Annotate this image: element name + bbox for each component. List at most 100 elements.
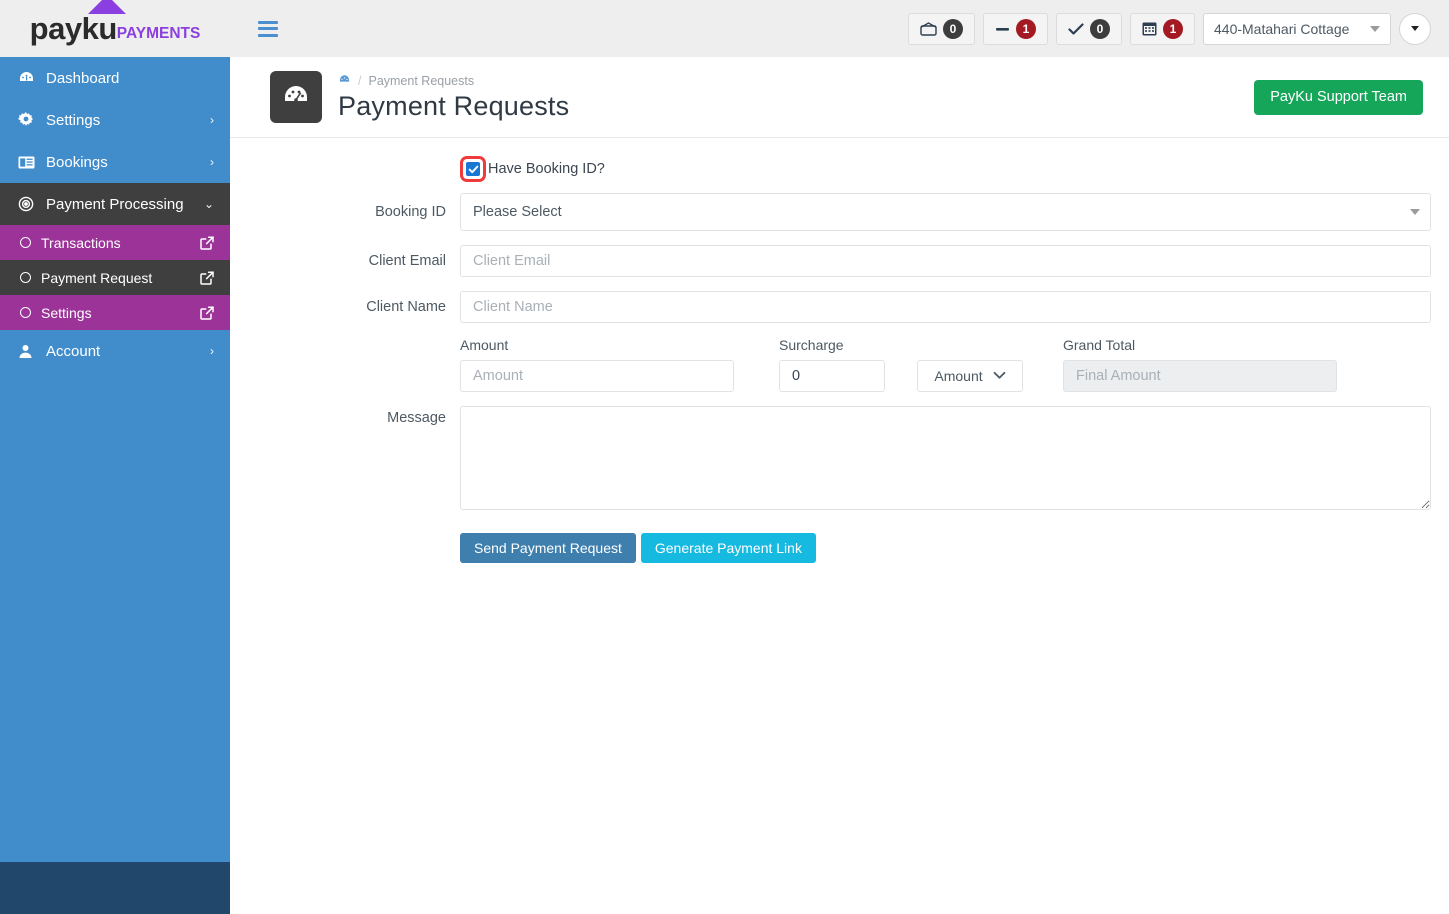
calendar-count: 1 — [1163, 18, 1183, 39]
booking-id-label: Booking ID — [375, 204, 446, 220]
surcharge-type-select[interactable]: Amount — [917, 360, 1023, 392]
circle-icon — [20, 307, 31, 318]
logo-secondary-text: PAYMENTS — [116, 24, 201, 42]
surcharge-field: Surcharge — [779, 337, 885, 392]
top-bar: 0 1 0 1 440-Matahari Cottage — [230, 0, 1449, 57]
sidebar-item-payment-processing[interactable]: Payment Processing ⌄ — [0, 183, 230, 225]
sidebar-item-arrow: › — [210, 113, 214, 127]
chevron-down-icon — [993, 367, 1006, 385]
breadcrumb-home-icon[interactable] — [338, 73, 351, 89]
grand-total-caption: Grand Total — [1063, 337, 1136, 353]
page-title: Payment Requests — [338, 90, 570, 121]
client-email-label: Client Email — [368, 253, 446, 269]
dashboard-icon — [18, 70, 40, 87]
surcharge-type-caption — [917, 337, 1023, 355]
sidebar-item-settings[interactable]: Settings › — [0, 99, 230, 141]
client-name-row: Client Name — [248, 291, 1431, 323]
sidebar-item-label: Bookings — [46, 153, 108, 171]
client-name-control — [460, 291, 1431, 323]
app-root: payku PAYMENTS 0 1 0 1 440-Matahari Cott… — [0, 0, 1449, 914]
sidebar-subitem-label: Payment Request — [41, 269, 153, 286]
have-booking-id-checkbox[interactable] — [466, 162, 480, 176]
payment-request-form: Have Booking ID? Booking ID Please Selec… — [230, 138, 1449, 563]
support-team-button[interactable]: PayKu Support Team — [1254, 79, 1423, 115]
page-header-texts: / Payment Requests Payment Requests — [338, 73, 569, 122]
grand-total-field: Grand Total — [1063, 337, 1337, 392]
external-link-icon[interactable] — [200, 235, 214, 250]
client-email-control — [460, 245, 1431, 277]
message-textarea[interactable] — [460, 406, 1431, 510]
sidebar-subitem-transactions[interactable]: Transactions — [0, 225, 230, 260]
booking-id-row: Booking ID Please Select — [248, 193, 1431, 231]
site-selector-value: 440-Matahari Cottage — [1214, 20, 1350, 37]
sidebar-submenu-payment-processing: Transactions Payment Request Settings — [0, 225, 230, 330]
have-booking-id-highlight — [460, 156, 486, 182]
form-actions: Send Payment Request Generate Payment Li… — [460, 533, 1431, 563]
sidebar-item-label: Settings — [46, 111, 101, 129]
messages-count: 0 — [943, 18, 963, 39]
sidebar-item-label: Payment Processing — [46, 195, 184, 213]
send-payment-request-button[interactable]: Send Payment Request — [460, 533, 636, 563]
chevron-down-icon — [1370, 25, 1380, 32]
surcharge-type-field: Amount — [917, 337, 1023, 392]
client-name-input[interactable] — [460, 291, 1431, 323]
sidebar-subitem-label: Settings — [41, 304, 92, 321]
external-link-icon[interactable] — [200, 305, 214, 320]
client-name-label: Client Name — [366, 299, 446, 315]
client-email-input[interactable] — [460, 245, 1431, 277]
client-email-row: Client Email — [248, 245, 1431, 277]
surcharge-type-value: Amount — [934, 368, 983, 384]
calendar-icon — [1142, 21, 1157, 36]
alerts-count: 1 — [1016, 18, 1036, 39]
logo-primary-text: payku — [29, 11, 118, 46]
gear-icon — [18, 112, 40, 128]
main-content: / Payment Requests Payment Requests PayK… — [230, 57, 1449, 914]
grand-total-input — [1063, 360, 1337, 392]
bookings-icon — [18, 156, 40, 169]
generate-payment-link-button[interactable]: Generate Payment Link — [640, 533, 816, 563]
surcharge-input[interactable] — [779, 360, 885, 392]
breadcrumb-current[interactable]: Payment Requests — [368, 74, 474, 88]
amount-input[interactable] — [460, 360, 734, 392]
booking-id-select[interactable]: Please Select — [460, 193, 1431, 231]
sidebar-subitem-payment-request[interactable]: Payment Request — [0, 260, 230, 295]
chevron-down-icon: ⌄ — [203, 197, 214, 211]
message-control — [460, 406, 1431, 515]
message-row: Message — [248, 406, 1431, 515]
topbar-actions: 0 1 0 1 440-Matahari Cottage — [908, 12, 1431, 45]
brand-logo[interactable]: payku PAYMENTS — [0, 0, 230, 57]
hamburger-menu-icon[interactable] — [258, 20, 278, 37]
calendar-badge-button[interactable]: 1 — [1130, 12, 1195, 45]
sidebar-item-arrow: › — [210, 155, 214, 169]
sidebar-item-label: Dashboard — [46, 69, 120, 87]
user-icon — [18, 344, 40, 359]
page-header: / Payment Requests Payment Requests PayK… — [230, 57, 1449, 138]
sidebar-subitem-settings[interactable]: Settings — [0, 295, 230, 330]
site-selector[interactable]: 440-Matahari Cottage — [1203, 12, 1391, 45]
amounts-row: Amount Surcharge Amount — [248, 337, 1431, 392]
have-booking-id-row: Have Booking ID? — [248, 156, 1431, 182]
external-link-icon[interactable] — [200, 270, 214, 285]
sidebar-subitem-label: Transactions — [41, 234, 121, 251]
message-label: Message — [387, 410, 446, 426]
user-menu-button[interactable] — [1399, 12, 1431, 45]
amount-field: Amount — [460, 337, 734, 392]
circle-icon — [20, 272, 31, 283]
breadcrumb: / Payment Requests — [338, 73, 569, 89]
have-booking-id-label: Have Booking ID? — [488, 161, 605, 177]
sidebar-item-bookings[interactable]: Bookings › — [0, 141, 230, 183]
booking-id-control: Please Select — [460, 193, 1431, 231]
speedometer-icon — [270, 71, 322, 123]
amount-caption: Amount — [460, 337, 509, 353]
sidebar-item-dashboard[interactable]: Dashboard — [0, 57, 230, 99]
check-icon — [1068, 22, 1084, 36]
tasks-count: 0 — [1090, 18, 1110, 39]
sidebar-item-account[interactable]: Account › — [0, 330, 230, 372]
booking-id-selected-value: Please Select — [473, 204, 562, 220]
messages-badge-button[interactable]: 0 — [908, 12, 975, 45]
alerts-badge-button[interactable]: 1 — [983, 12, 1048, 45]
sidebar-footer — [0, 862, 230, 914]
breadcrumb-separator: / — [358, 73, 362, 88]
logo-wrap: payku PAYMENTS — [29, 0, 201, 46]
tasks-badge-button[interactable]: 0 — [1056, 12, 1122, 45]
